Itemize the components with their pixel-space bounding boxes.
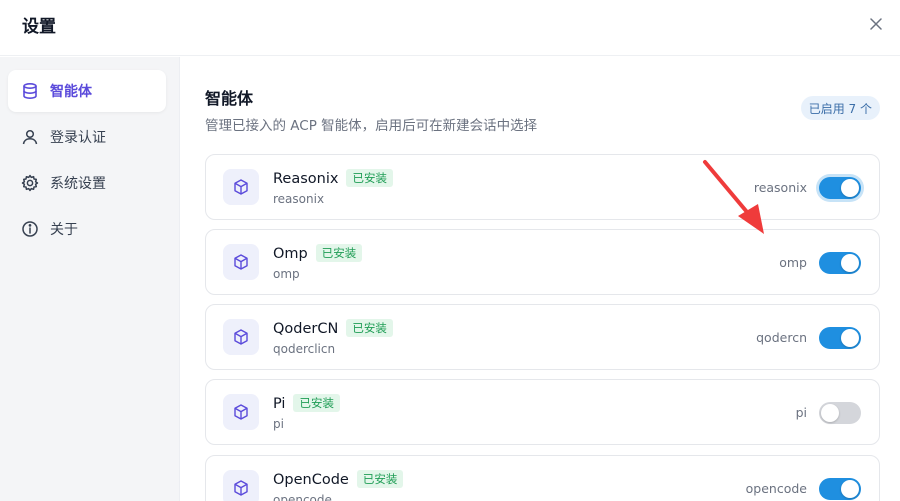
agent-enable-toggle[interactable] <box>819 327 861 349</box>
agent-command: reasonix <box>753 180 807 195</box>
agent-command: pi <box>795 405 807 420</box>
agent-package: opencode <box>273 493 332 501</box>
agent-enable-toggle[interactable] <box>819 177 861 199</box>
gear-icon <box>20 173 40 193</box>
cube-icon <box>223 169 259 205</box>
info-icon <box>20 219 40 239</box>
main-content: 智能体 管理已接入的 ACP 智能体，启用后可在新建会话中选择 已启用 7 个 … <box>181 57 900 501</box>
agent-name: OpenCode 已安装 <box>273 470 404 488</box>
installed-badge: 已安装 <box>315 244 363 262</box>
agent-card-pi: Pi 已安装 pi pi <box>205 379 880 445</box>
dialog-title: 设置 <box>22 17 56 37</box>
agent-name: Omp 已安装 <box>273 244 363 262</box>
agent-name: Pi 已安装 <box>273 394 340 412</box>
toggle-knob <box>841 179 859 197</box>
toggle-knob <box>821 404 839 422</box>
agent-card-reasonix: Reasonix 已安装 reasonix reasonix <box>205 154 880 220</box>
agent-package: reasonix <box>273 192 325 206</box>
cube-icon <box>223 244 259 280</box>
agent-enable-toggle[interactable] <box>819 252 861 274</box>
section-title: 智能体 <box>205 89 254 108</box>
agent-enable-toggle[interactable] <box>819 402 861 424</box>
close-button[interactable] <box>866 14 886 34</box>
sidebar-item-agents[interactable]: 智能体 <box>8 70 166 112</box>
agent-package: omp <box>273 267 300 281</box>
agent-card-omp: Omp 已安装 omp omp <box>205 229 880 295</box>
dialog-header: 设置 <box>0 0 900 56</box>
sidebar-item-about[interactable]: 关于 <box>8 208 166 250</box>
close-icon <box>870 18 882 30</box>
sidebar-item-auth[interactable]: 登录认证 <box>8 116 166 158</box>
installed-badge: 已安装 <box>293 394 340 412</box>
agent-package: qoderclicn <box>273 342 336 356</box>
toggle-knob <box>841 254 859 272</box>
sidebar-item-label: 智能体 <box>50 84 92 100</box>
agent-card-opencode: OpenCode 已安装 opencode opencode <box>205 455 880 501</box>
installed-badge: 已安装 <box>346 169 393 187</box>
user-icon <box>20 127 40 147</box>
section-description: 管理已接入的 ACP 智能体，启用后可在新建会话中选择 <box>205 118 538 134</box>
toggle-knob <box>841 480 859 498</box>
agent-card-qodercn: QoderCN 已安装 qoderclicn qodercn <box>205 304 880 370</box>
agent-package: pi <box>273 417 284 431</box>
sidebar-item-label: 关于 <box>50 222 78 238</box>
installed-badge: 已安装 <box>356 470 404 488</box>
cube-icon <box>223 319 259 355</box>
toggle-knob <box>841 329 859 347</box>
cube-icon <box>223 394 259 430</box>
sidebar: 智能体 登录认证 系统设置 关于 <box>0 57 180 501</box>
installed-badge: 已安装 <box>346 319 393 337</box>
cube-icon <box>223 470 259 501</box>
sidebar-item-label: 登录认证 <box>50 130 106 146</box>
agent-command: opencode <box>745 481 807 496</box>
agent-command: qodercn <box>756 330 807 345</box>
enabled-count-badge: 已启用 7 个 <box>800 96 880 120</box>
sidebar-item-label: 系统设置 <box>50 176 106 192</box>
agent-name: QoderCN 已安装 <box>273 319 393 337</box>
agent-command: omp <box>779 255 807 270</box>
agent-name: Reasonix 已安装 <box>273 169 393 187</box>
sidebar-item-system[interactable]: 系统设置 <box>8 162 166 204</box>
database-icon <box>20 81 40 101</box>
agent-enable-toggle[interactable] <box>819 478 861 500</box>
